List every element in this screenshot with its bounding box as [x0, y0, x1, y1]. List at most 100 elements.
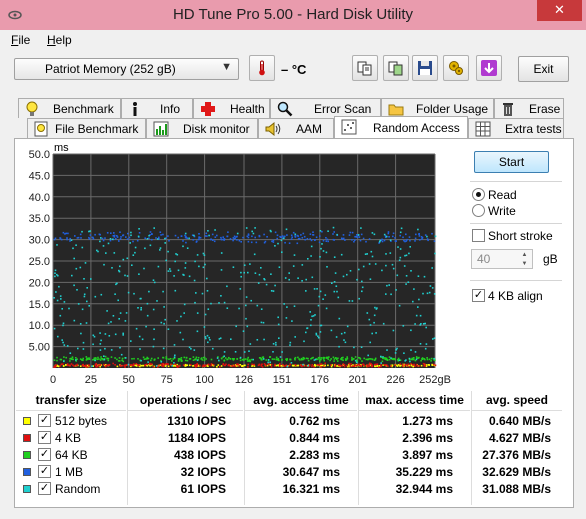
folder-icon — [388, 104, 404, 116]
data-point — [56, 356, 58, 359]
data-point — [343, 365, 346, 368]
data-point — [290, 362, 293, 364]
align-checkbox[interactable]: ✓ — [472, 289, 485, 302]
data-point — [351, 358, 354, 361]
data-point — [419, 343, 422, 345]
copy-screenshot-button[interactable] — [383, 55, 409, 81]
data-point — [111, 267, 113, 269]
data-point — [159, 231, 162, 233]
short-stroke-stepper[interactable]: 40 ▲ ▼ — [471, 249, 533, 269]
data-point — [418, 365, 421, 367]
tab-error-scan-label: Error Scan — [314, 102, 372, 116]
drive-select[interactable]: Patriot Memory (252 gB) ▼ — [14, 58, 239, 80]
data-point — [283, 237, 285, 239]
data-point — [220, 295, 222, 297]
data-point — [177, 269, 180, 272]
title-bar: HD Tune Pro 5.00 - Hard Disk Utility ✕ — [0, 0, 586, 30]
data-point — [169, 268, 171, 270]
tab-aam[interactable]: AAM — [258, 118, 334, 138]
tab-health[interactable]: Health — [193, 98, 270, 118]
tab-benchmark[interactable]: Benchmark — [18, 98, 121, 118]
tab-erase[interactable]: Erase — [494, 98, 564, 118]
close-button[interactable]: ✕ — [537, 0, 582, 21]
data-point — [99, 349, 102, 351]
data-point — [141, 338, 144, 341]
data-point — [397, 246, 399, 248]
tab-file-benchmark[interactable]: File Benchmark — [27, 118, 146, 138]
data-point — [305, 278, 307, 281]
short-stroke-checkbox[interactable] — [472, 229, 485, 242]
series-visible-checkbox[interactable]: ✓ — [38, 414, 51, 427]
menu-help[interactable]: Help — [47, 33, 72, 47]
data-point — [331, 282, 333, 284]
data-point — [433, 337, 436, 339]
data-point — [208, 364, 210, 366]
data-point — [189, 358, 192, 360]
data-point — [262, 321, 265, 324]
tab-error-scan[interactable]: Error Scan — [270, 98, 381, 118]
data-point — [104, 355, 107, 358]
data-point — [108, 335, 111, 337]
data-point — [196, 359, 199, 362]
tab-disk-monitor[interactable]: Disk monitor — [146, 118, 258, 138]
read-radio[interactable] — [472, 188, 485, 201]
temperature-button[interactable] — [249, 55, 275, 81]
spin-down-icon[interactable]: ▼ — [519, 260, 530, 268]
data-point — [428, 358, 431, 361]
data-point — [125, 236, 127, 238]
data-point — [405, 283, 407, 285]
data-point — [145, 325, 147, 328]
write-radio[interactable] — [472, 204, 485, 217]
data-point — [417, 275, 420, 277]
data-point — [79, 233, 82, 236]
data-point — [196, 312, 199, 314]
data-point — [315, 334, 318, 336]
start-button[interactable]: Start — [474, 151, 549, 173]
data-point — [146, 314, 149, 317]
data-point — [300, 234, 302, 236]
data-point — [229, 358, 232, 360]
data-point — [62, 341, 64, 344]
data-point — [81, 359, 84, 361]
data-point — [160, 234, 162, 236]
series-visible-checkbox[interactable]: ✓ — [38, 448, 51, 461]
arrow-down-icon — [481, 60, 497, 76]
data-point — [332, 356, 335, 359]
data-point — [94, 359, 96, 362]
data-point — [63, 344, 66, 346]
data-point — [157, 265, 160, 268]
tab-random-access[interactable]: Random Access — [334, 116, 468, 138]
data-point — [413, 358, 415, 361]
data-point — [99, 359, 102, 361]
data-point — [194, 260, 196, 263]
data-point — [267, 361, 269, 364]
data-point — [145, 358, 147, 360]
data-point — [164, 318, 166, 321]
data-point — [289, 358, 292, 361]
exit-button[interactable]: Exit — [518, 56, 569, 82]
series-visible-checkbox[interactable]: ✓ — [38, 482, 51, 495]
save-button[interactable] — [412, 55, 438, 81]
data-point — [314, 358, 317, 361]
data-point — [246, 358, 249, 361]
download-button[interactable] — [476, 55, 502, 81]
spin-up-icon[interactable]: ▲ — [519, 251, 530, 259]
copy-text-button[interactable] — [352, 55, 378, 81]
x-tick-label: 252gB — [419, 374, 451, 386]
data-point — [82, 348, 85, 350]
data-point — [417, 306, 419, 308]
data-point — [257, 364, 260, 367]
data-point — [409, 246, 411, 248]
series-visible-checkbox[interactable]: ✓ — [38, 431, 51, 444]
divider — [470, 181, 562, 182]
data-point — [138, 335, 141, 338]
data-point — [239, 359, 242, 362]
tab-folder-usage[interactable]: Folder Usage — [381, 98, 494, 118]
data-point — [124, 274, 126, 277]
series-visible-checkbox[interactable]: ✓ — [38, 465, 51, 478]
data-point — [346, 325, 349, 328]
tab-info[interactable]: Info — [121, 98, 193, 118]
menu-file[interactable]: File — [11, 33, 30, 47]
tab-extra-tests[interactable]: Extra tests — [468, 118, 564, 138]
options-button[interactable] — [443, 55, 469, 81]
